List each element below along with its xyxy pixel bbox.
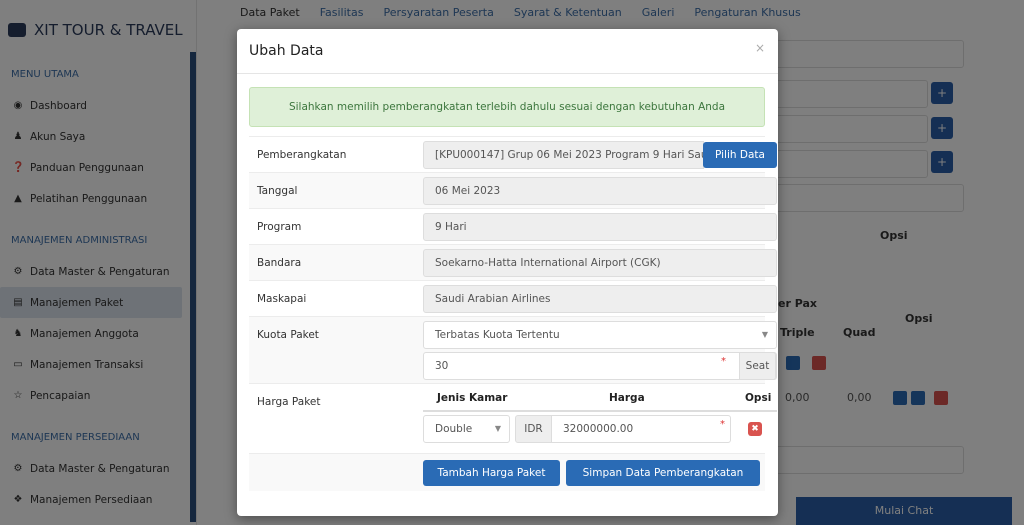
row-bandara: Bandara Soekarno-Hatta International Air… [249,244,777,280]
header-jenis-kamar: Jenis Kamar [437,392,508,404]
label-harga: Harga Paket [257,396,321,408]
label-maskapai: Maskapai [257,293,307,305]
chevron-down-icon: ▼ [494,424,501,433]
jenis-kamar-select[interactable]: Double ▼ [423,415,510,443]
harga-input[interactable]: 32000000.00 * [551,415,731,443]
seat-addon: Seat [739,352,776,380]
kuota-value: 30 [435,360,449,372]
edit-modal: Ubah Data × Silahkan memilih pemberangka… [237,29,778,516]
chevron-down-icon: ▼ [761,330,768,339]
row-maskapai: Maskapai Saudi Arabian Airlines [249,280,777,316]
modal-title: Ubah Data [249,43,324,59]
row-tanggal: Tanggal 06 Mei 2023 [249,172,777,208]
harga-value: 32000000.00 [563,423,634,435]
header-opsi: Opsi [745,392,772,404]
header-harga: Harga [609,392,645,404]
jenis-kamar-value: Double [435,423,473,435]
row-actions: Tambah Harga Paket Simpan Data Pemberang… [249,453,765,491]
label-kuota: Kuota Paket [257,329,319,341]
row-kuota: Kuota Paket Terbatas Kuota Tertentu ▼ 30… [249,316,777,383]
label-tanggal: Tanggal [257,185,298,197]
pemberangkatan-field[interactable]: [KPU000147] Grup 06 Mei 2023 Program 9 H… [423,141,704,169]
info-alert: Silahkan memilih pemberangkatan terlebih… [249,87,765,127]
label-pemberangkatan: Pemberangkatan [257,149,347,161]
program-field[interactable]: 9 Hari [423,213,777,241]
required-mark: * [721,356,726,367]
tambah-harga-button[interactable]: Tambah Harga Paket [423,460,560,486]
delete-icon[interactable]: ✖ [748,422,762,436]
maskapai-field[interactable]: Saudi Arabian Airlines [423,285,777,313]
row-harga: Harga Paket Jenis Kamar Harga Opsi Doubl… [249,383,777,453]
close-icon[interactable]: × [755,41,765,55]
simpan-button[interactable]: Simpan Data Pemberangkatan [566,460,760,486]
kuota-input[interactable]: 30 * Seat [423,352,777,380]
label-bandara: Bandara [257,257,302,269]
label-program: Program [257,221,302,233]
modal-header: Ubah Data × [237,29,778,74]
harga-table-header: Jenis Kamar Harga Opsi [423,384,777,412]
pilih-data-button[interactable]: Pilih Data [703,142,777,168]
row-pemberangkatan: Pemberangkatan [KPU000147] Grup 06 Mei 2… [249,136,777,172]
kuota-select-value: Terbatas Kuota Tertentu [435,329,560,341]
kuota-select[interactable]: Terbatas Kuota Tertentu ▼ [423,321,777,349]
bandara-field[interactable]: Soekarno-Hatta International Airport (CG… [423,249,777,277]
currency-addon: IDR [515,415,552,443]
required-mark: * [720,419,725,430]
tanggal-field[interactable]: 06 Mei 2023 [423,177,777,205]
row-program: Program 9 Hari [249,208,777,244]
